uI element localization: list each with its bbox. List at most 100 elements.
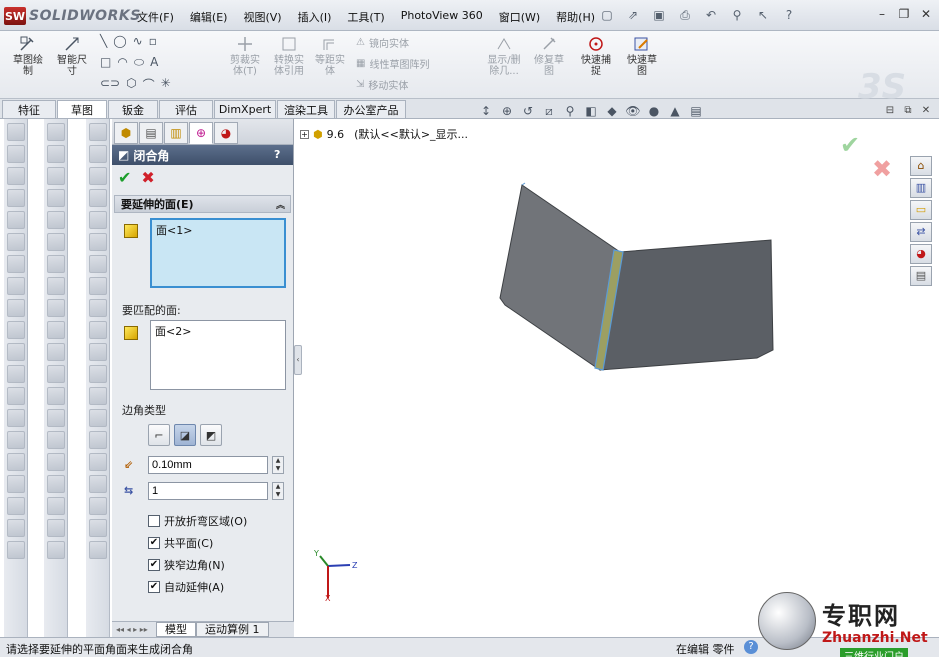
save-icon[interactable]: ▣ bbox=[648, 5, 670, 25]
design-library-icon[interactable]: ▥ bbox=[910, 178, 932, 198]
toolbar-button-icon[interactable] bbox=[88, 277, 107, 295]
line-icon[interactable]: ╲ bbox=[100, 34, 107, 48]
menu-insert[interactable]: 插入(I) bbox=[290, 7, 340, 27]
quick-snaps-button[interactable]: 快速捕 捉 bbox=[576, 35, 616, 77]
toolbar-button-icon[interactable] bbox=[6, 519, 25, 537]
panel-collapse-handle[interactable]: ‹ bbox=[294, 345, 302, 375]
toolbar-button-icon[interactable] bbox=[46, 431, 65, 449]
toolbar-button-icon[interactable] bbox=[88, 167, 107, 185]
home-icon[interactable]: ⌂ bbox=[910, 156, 932, 176]
faces-to-extend-list[interactable]: 面<1> bbox=[150, 218, 286, 288]
toolbar-button-icon[interactable] bbox=[88, 409, 107, 427]
edit-appearance-icon[interactable]: ● bbox=[646, 103, 662, 119]
file-explorer-icon[interactable]: ▭ bbox=[910, 200, 932, 220]
toolbar-button-icon[interactable] bbox=[6, 321, 25, 339]
tab-render-tools[interactable]: 渲染工具 bbox=[277, 100, 335, 118]
trim-button[interactable]: 剪裁实 体(T) bbox=[226, 35, 264, 77]
ellipse-icon[interactable]: ⬭ bbox=[134, 55, 144, 70]
status-help-icon[interactable]: ? bbox=[744, 640, 758, 654]
toolbar-button-icon[interactable] bbox=[46, 387, 65, 405]
toolbar-button-icon[interactable] bbox=[46, 343, 65, 361]
confirm-cancel-icon[interactable]: ✖ bbox=[872, 155, 892, 183]
toolbar-button-icon[interactable] bbox=[88, 233, 107, 251]
expand-icon[interactable]: + bbox=[300, 129, 309, 139]
checkbox-box[interactable]: ✔ bbox=[148, 581, 160, 593]
point-icon[interactable]: ▫ bbox=[149, 34, 157, 48]
circle-icon[interactable]: ◯ bbox=[113, 34, 126, 48]
toolbar-button-icon[interactable] bbox=[46, 299, 65, 317]
toolbar-button-icon[interactable] bbox=[6, 431, 25, 449]
display-delete-relations-button[interactable]: 显示/删 除几... bbox=[484, 35, 524, 77]
open-icon[interactable]: ⇗ bbox=[622, 5, 644, 25]
view-palette-icon[interactable]: ⇄ bbox=[910, 222, 932, 242]
toolbar-button-icon[interactable] bbox=[6, 123, 25, 141]
cancel-icon[interactable]: ✖ bbox=[141, 168, 154, 187]
minimize-icon[interactable]: – bbox=[873, 5, 891, 23]
move-entities-button[interactable]: ⇲ 移动实体 bbox=[356, 77, 408, 92]
toolbar-button-icon[interactable] bbox=[46, 277, 65, 295]
face-item[interactable]: 面<1> bbox=[156, 224, 192, 237]
display-style-icon[interactable]: ◆ bbox=[604, 103, 620, 119]
text-icon[interactable]: A bbox=[150, 55, 158, 70]
toolbar-button-icon[interactable] bbox=[88, 211, 107, 229]
toolbar-button-icon[interactable] bbox=[6, 453, 25, 471]
arc-icon[interactable]: ◠ bbox=[117, 55, 127, 70]
help-icon[interactable]: ? bbox=[778, 5, 800, 25]
toolbar-button-icon[interactable] bbox=[6, 167, 25, 185]
tab-office-products[interactable]: 办公室产品 bbox=[336, 100, 406, 118]
sheet-metal-part[interactable] bbox=[495, 180, 780, 375]
tab-features[interactable]: 特征 bbox=[2, 100, 56, 118]
zoom-area-icon[interactable]: ⊕ bbox=[499, 103, 515, 119]
linear-pattern-button[interactable]: ▦ 线性草图阵列 bbox=[356, 56, 429, 71]
auto-propagation-checkbox[interactable]: ✔ 自动延伸(A) bbox=[112, 576, 293, 598]
tab-model[interactable]: 模型 bbox=[156, 622, 196, 637]
new-document-icon[interactable]: ▢ bbox=[596, 5, 618, 25]
toolbar-button-icon[interactable] bbox=[88, 431, 107, 449]
apply-scene-icon[interactable]: ▲ bbox=[667, 103, 683, 119]
toolbar-button-icon[interactable] bbox=[88, 453, 107, 471]
close-icon[interactable]: ✕ bbox=[917, 5, 935, 23]
toolbar-button-icon[interactable] bbox=[46, 255, 65, 273]
ok-icon[interactable]: ✔ bbox=[118, 168, 131, 187]
dynamic-annotation-icon[interactable]: ⚲ bbox=[562, 103, 578, 119]
tab-sketch[interactable]: 草图 bbox=[57, 100, 107, 118]
toolbar-button-icon[interactable] bbox=[88, 541, 107, 559]
toolbar-button-icon[interactable] bbox=[88, 145, 107, 163]
section-view-icon[interactable]: ⧄ bbox=[541, 103, 557, 119]
pm-help-icon[interactable]: ? bbox=[274, 148, 288, 162]
zoom-fit-icon[interactable]: ↕ bbox=[478, 103, 494, 119]
toolbar-button-icon[interactable] bbox=[88, 365, 107, 383]
smart-dimension-button[interactable]: 智能尺 寸 bbox=[52, 35, 92, 77]
print-icon[interactable]: ⎙ bbox=[674, 5, 696, 25]
faces-to-match-list[interactable]: 面<2> bbox=[150, 320, 286, 390]
toolbar-button-icon[interactable] bbox=[88, 519, 107, 537]
toolbar-button-icon[interactable] bbox=[46, 453, 65, 471]
toolbar-button-icon[interactable] bbox=[6, 497, 25, 515]
toolbar-button-icon[interactable] bbox=[46, 167, 65, 185]
toolbar-button-icon[interactable] bbox=[46, 123, 65, 141]
menu-file[interactable]: 文件(F) bbox=[129, 7, 182, 27]
toolbar-button-icon[interactable] bbox=[88, 321, 107, 339]
mirror-entities-button[interactable]: ⚠ 镜向实体 bbox=[356, 35, 409, 50]
toolbar-button-icon[interactable] bbox=[46, 211, 65, 229]
toolbar-button-icon[interactable] bbox=[88, 343, 107, 361]
tab-dimxpert[interactable]: DimXpert bbox=[214, 100, 276, 118]
menu-window[interactable]: 窗口(W) bbox=[491, 7, 548, 27]
restore-icon[interactable]: ❐ bbox=[895, 5, 913, 23]
toolbar-button-icon[interactable] bbox=[6, 233, 25, 251]
feature-manager-tab-icon[interactable]: ⬢ bbox=[114, 122, 138, 144]
restore-view-icon[interactable]: ⧉ bbox=[901, 103, 915, 117]
butt-corner-icon[interactable]: ⌐ bbox=[148, 424, 170, 446]
rectangle-icon[interactable]: □ bbox=[100, 55, 111, 70]
convert-entities-button[interactable]: 转换实 体引用 bbox=[270, 35, 308, 77]
toolbar-button-icon[interactable] bbox=[88, 475, 107, 493]
menu-edit[interactable]: 编辑(E) bbox=[182, 7, 236, 27]
tab-sheet-metal[interactable]: 钣金 bbox=[108, 100, 158, 118]
overlap-ratio-spinner[interactable]: ▲ ▼ bbox=[272, 482, 284, 500]
toolbar-button-icon[interactable] bbox=[46, 497, 65, 515]
select-icon[interactable]: ↖ bbox=[752, 5, 774, 25]
open-bend-region-checkbox[interactable]: 开放折弯区域(O) bbox=[112, 510, 293, 532]
overlap-corner-icon[interactable]: ◪ bbox=[174, 424, 196, 446]
display-manager-tab-icon[interactable]: ◕ bbox=[214, 122, 238, 144]
toolbar-button-icon[interactable] bbox=[6, 343, 25, 361]
